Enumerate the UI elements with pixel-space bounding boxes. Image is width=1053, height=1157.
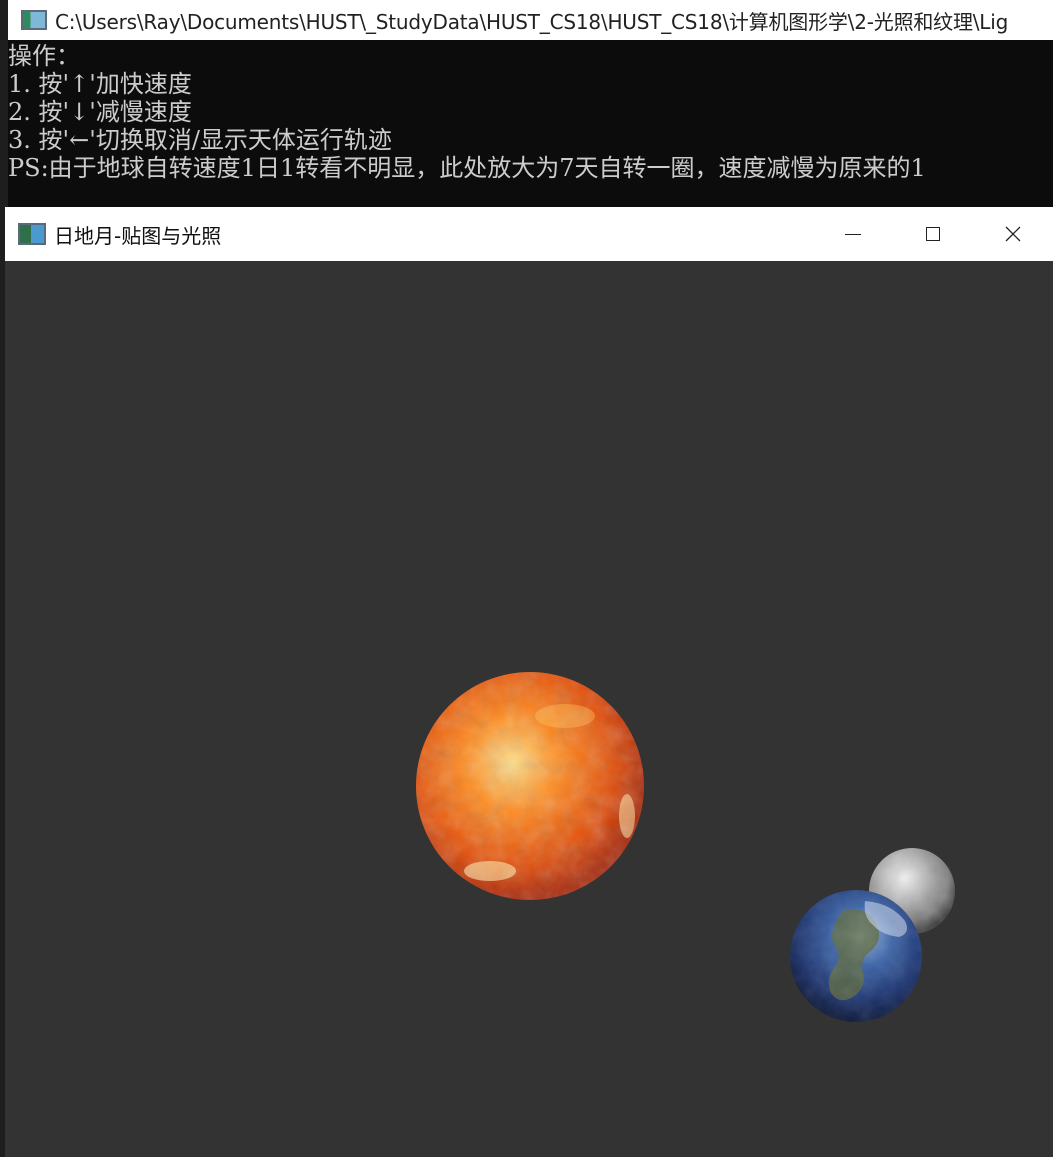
console-line: 2. 按'↓'减慢速度 <box>8 98 192 126</box>
console-line: 1. 按'↑'加快速度 <box>8 70 192 98</box>
console-output: 操作： 1. 按'↑'加快速度 2. 按'↓'减慢速度 3. 按'←'切换取消/… <box>8 42 1053 182</box>
opengl-window: 日地月-贴图与光照 <box>5 207 1053 1157</box>
render-canvas[interactable] <box>5 261 1053 1157</box>
scene-svg <box>416 672 955 1022</box>
console-title: C:\Users\Ray\Documents\HUST\_StudyData\H… <box>55 9 1009 34</box>
maximize-button[interactable] <box>893 207 973 261</box>
app-icon <box>18 223 46 245</box>
earth-sphere <box>790 890 922 1022</box>
console-window: C:\Users\Ray\Documents\HUST\_StudyData\H… <box>8 0 1053 210</box>
window-titlebar[interactable]: 日地月-贴图与光照 <box>5 207 1053 261</box>
maximize-icon <box>926 227 940 241</box>
console-titlebar[interactable]: C:\Users\Ray\Documents\HUST\_StudyData\H… <box>8 0 1053 40</box>
console-line: PS:由于地球自转速度1日1转看不明显，此处放大为7天自转一圈，速度减慢为原来的… <box>8 154 926 182</box>
sun-sphere <box>416 672 644 900</box>
cmd-icon <box>21 10 47 30</box>
window-title: 日地月-贴图与光照 <box>54 223 222 248</box>
minimize-icon <box>845 233 861 235</box>
console-line: 3. 按'←'切换取消/显示天体运行轨迹 <box>8 126 392 154</box>
console-line: 操作： <box>8 42 80 70</box>
close-button[interactable] <box>973 207 1053 261</box>
minimize-button[interactable] <box>813 207 893 261</box>
close-icon <box>1005 226 1021 242</box>
